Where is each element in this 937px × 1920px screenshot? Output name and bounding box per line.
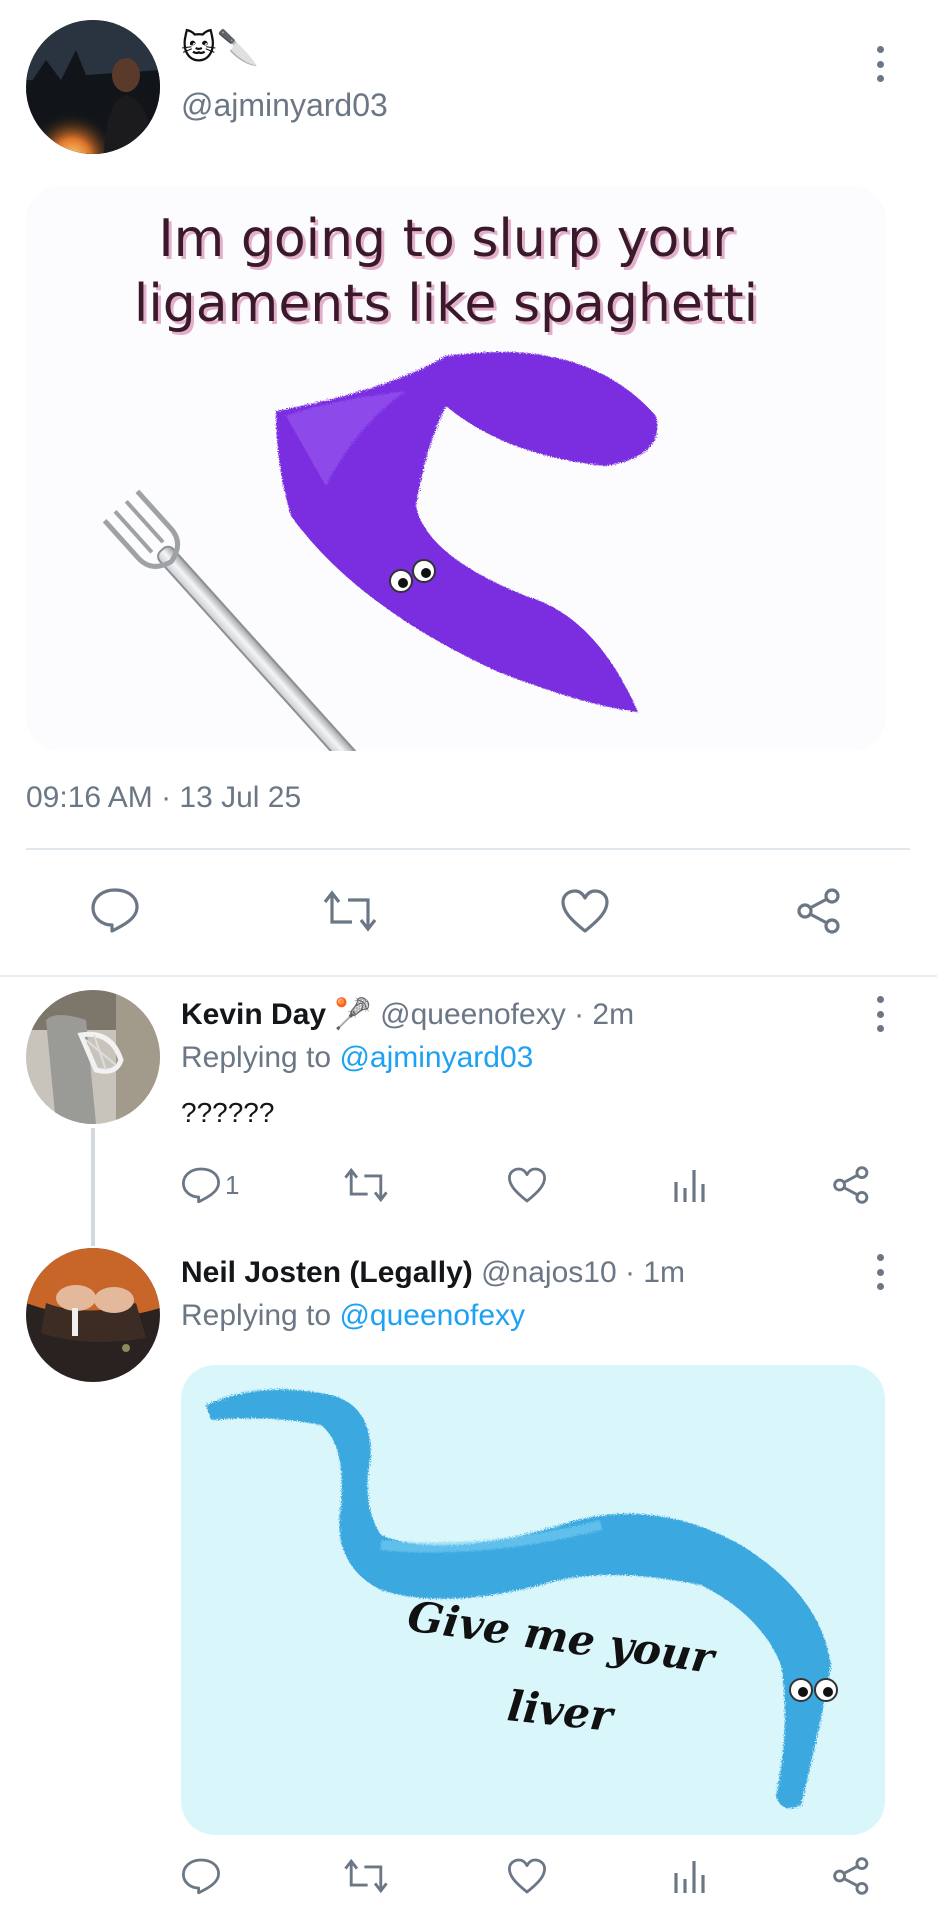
share-button[interactable] [832, 1857, 872, 1895]
author-handle[interactable]: @queenofexy [380, 998, 566, 1031]
replying-to-handle[interactable]: @queenofexy [339, 1299, 525, 1332]
reply-button[interactable] [181, 1857, 221, 1895]
share-button[interactable] [796, 888, 844, 934]
like-button[interactable] [507, 1166, 547, 1204]
thread-line [91, 1128, 95, 1246]
author-name-emoji: 🐱🔪 [181, 28, 259, 68]
replying-to: Replying to @ajminyard03 [181, 1040, 533, 1076]
share-icon [833, 1166, 869, 1204]
reply-image[interactable]: Give me your liver [181, 1365, 885, 1835]
share-button[interactable] [832, 1166, 872, 1204]
replying-to-label: Replying to [181, 1041, 332, 1074]
share-icon [797, 888, 840, 934]
replying-to-label: Replying to [181, 1299, 332, 1332]
reply-icon [91, 888, 139, 933]
author-handle[interactable]: @ajminyard03 [181, 86, 388, 124]
tweet-timestamp: 09:16 AM · 13 Jul 25 [26, 781, 302, 814]
more-vertical-icon[interactable] [868, 40, 892, 88]
post-time: · 2m [574, 998, 635, 1031]
share-icon [833, 1857, 869, 1895]
author-handle[interactable]: @najos10 [481, 1256, 617, 1289]
reply-header-neil: Neil Josten (Legally) @najos10 · 1m [181, 1255, 685, 1291]
reply-avatar-neil[interactable] [26, 1248, 160, 1382]
retweet-icon [323, 890, 377, 932]
author-avatar[interactable] [26, 20, 160, 154]
post-time: · 1m [624, 1256, 685, 1289]
meme-caption-line2: liver [505, 1681, 618, 1741]
analytics-icon [674, 1861, 705, 1893]
meme-caption-line1: Im going to slurp your [158, 209, 734, 269]
section-divider [0, 975, 937, 977]
analytics-button[interactable] [672, 1857, 708, 1895]
blue-worm-graphic [206, 1389, 831, 1809]
reply-icon [182, 1858, 220, 1895]
tweet-image[interactable]: Im going to slurp your Im going to slurp… [26, 186, 886, 751]
lacrosse-emoji: 🥍 [334, 997, 372, 1032]
reply-text: ?????? [181, 1097, 275, 1128]
author-name[interactable]: Neil Josten (Legally) [181, 1256, 473, 1289]
reply-button[interactable] [90, 887, 140, 933]
heart-icon [561, 889, 609, 933]
meme-caption-line1: Give me your [405, 1591, 720, 1683]
meme-caption-line2: ligaments like spaghetti [134, 274, 758, 334]
retweet-button[interactable] [322, 888, 378, 934]
analytics-icon [674, 1170, 705, 1202]
replying-to-handle[interactable]: @ajminyard03 [339, 1041, 533, 1074]
retweet-icon [344, 1167, 388, 1203]
author-name[interactable]: Kevin Day [181, 998, 326, 1031]
reply-icon [182, 1167, 220, 1204]
reply-count: 1 [225, 1169, 240, 1200]
reply-header-kevin: Kevin Day 🥍 @queenofexy · 2m [181, 997, 634, 1033]
replying-to: Replying to @queenofexy [181, 1298, 525, 1334]
divider [26, 848, 910, 850]
retweet-button[interactable] [343, 1166, 389, 1204]
like-button[interactable] [507, 1857, 547, 1895]
purple-worm-graphic [276, 352, 658, 712]
more-vertical-icon[interactable] [868, 1248, 892, 1296]
more-vertical-icon[interactable] [868, 990, 892, 1038]
analytics-button[interactable] [672, 1166, 708, 1204]
retweet-button[interactable] [343, 1857, 389, 1895]
like-button[interactable] [560, 888, 610, 934]
reply-button[interactable]: 1 [181, 1166, 239, 1204]
reply-avatar-kevin[interactable] [26, 990, 160, 1124]
retweet-icon [344, 1858, 388, 1894]
heart-icon [508, 1167, 546, 1203]
heart-icon [508, 1858, 546, 1894]
